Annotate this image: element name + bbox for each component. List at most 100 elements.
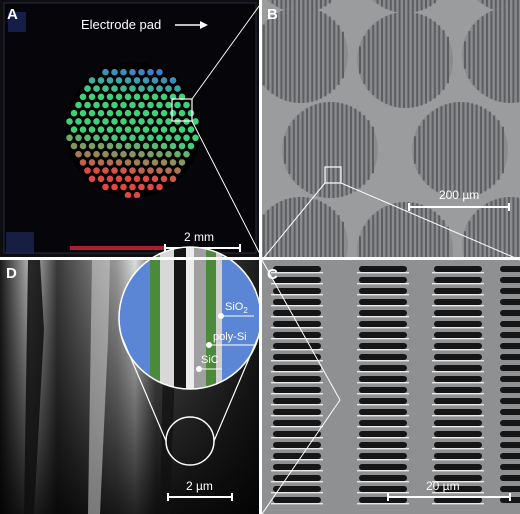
- pixel-dot: [160, 175, 168, 183]
- slot: [432, 387, 484, 395]
- pixel-dot: [147, 134, 154, 142]
- pixel-dot: [124, 175, 132, 183]
- pixel-dot: [120, 118, 127, 125]
- slot: [500, 277, 520, 283]
- pixel-dot: [192, 134, 199, 142]
- slot: [357, 431, 409, 439]
- pixel-dot: [79, 93, 87, 101]
- pixel-dot: [120, 183, 127, 191]
- slot: [432, 277, 484, 285]
- slot: [271, 475, 323, 483]
- pixel-dot: [165, 134, 172, 142]
- slot: [357, 288, 409, 296]
- pixel-dot: [93, 150, 100, 158]
- slot: [357, 420, 409, 428]
- panel-letter-c: C: [267, 266, 278, 283]
- electrode-strip: [70, 246, 165, 250]
- pixel-dot: [169, 175, 177, 183]
- pixel-dot: [84, 101, 91, 109]
- pixel-dot: [138, 150, 145, 158]
- slot: [500, 354, 520, 360]
- magnified-inset: [118, 246, 262, 390]
- pixel-dot: [133, 77, 141, 84]
- scale-label-a: 2 mm: [184, 230, 214, 244]
- slot: [357, 486, 409, 494]
- slot: [271, 299, 323, 307]
- pixel-dot: [106, 159, 114, 166]
- panel-letter-d: D: [6, 265, 17, 282]
- pixel-dot: [156, 134, 163, 142]
- slot: [432, 431, 484, 439]
- pixel-dot: [129, 101, 136, 109]
- pixel-dot: [84, 85, 91, 92]
- pixel-dot: [165, 150, 172, 158]
- pixel-dot: [178, 159, 186, 166]
- slot: [500, 266, 520, 272]
- pixel-dot: [93, 85, 100, 92]
- pixel-dot: [156, 167, 163, 174]
- pixel-dot: [138, 167, 145, 174]
- pixel-dot: [93, 101, 100, 109]
- pixel-dot: [97, 126, 105, 133]
- pixel-dot: [147, 118, 154, 125]
- pixel-dot: [151, 142, 159, 150]
- pixel-dot: [142, 159, 150, 166]
- slot: [271, 332, 323, 340]
- pixel-dot: [187, 109, 195, 117]
- pixel-dot: [79, 109, 87, 117]
- pixel-dot: [138, 68, 145, 76]
- slot: [432, 376, 484, 384]
- pixel-dot: [102, 101, 109, 109]
- slot: [432, 398, 484, 406]
- slot: [357, 453, 409, 461]
- pixel-dot: [70, 109, 78, 117]
- pixel-dot: [102, 68, 109, 76]
- pixel-dot: [129, 134, 136, 142]
- pixel-dot: [174, 167, 181, 174]
- pixel-dot: [106, 93, 114, 101]
- slot: [357, 277, 409, 285]
- slot: [271, 310, 323, 318]
- slot: [357, 343, 409, 351]
- pixel-dot: [120, 134, 127, 142]
- pixel-dot: [124, 126, 132, 133]
- slot: [432, 464, 484, 472]
- pixel-dot: [129, 150, 136, 158]
- pixel-dot: [102, 85, 109, 92]
- pixel-dot: [142, 93, 150, 101]
- slot: [271, 453, 323, 461]
- pixel-dot: [93, 134, 100, 142]
- slot: [357, 409, 409, 417]
- pixel-dot: [187, 126, 195, 133]
- slot: [432, 299, 484, 307]
- slot: [271, 442, 323, 450]
- slot: [271, 365, 323, 373]
- pixel-dot: [147, 150, 154, 158]
- slot: [500, 453, 520, 459]
- pixel-dot: [138, 183, 145, 191]
- pixel-dot: [115, 109, 123, 117]
- pixel-dot: [178, 126, 186, 133]
- pixel-dot: [138, 85, 145, 92]
- slot: [271, 497, 323, 505]
- pixel-dot: [133, 191, 141, 198]
- sio2-label: SiO: [225, 301, 244, 313]
- slot: [500, 464, 520, 470]
- slot: [500, 299, 520, 305]
- slot: [357, 299, 409, 307]
- pixel-dot: [111, 150, 118, 158]
- panel-b: B 200 µm: [262, 0, 520, 258]
- slot: [500, 398, 520, 404]
- pixel-dot: [151, 126, 159, 133]
- pixel-dot: [165, 167, 172, 174]
- pixel-dot: [151, 93, 159, 101]
- pixel-dot: [129, 167, 136, 174]
- pixel-dot: [115, 175, 123, 183]
- pixel-dot: [133, 93, 141, 101]
- slot: [500, 288, 520, 294]
- scale-label-b: 200 µm: [439, 188, 479, 202]
- pixel-dot: [183, 101, 190, 109]
- pixel-dot: [133, 109, 141, 117]
- pixel-dot: [120, 101, 127, 109]
- pixel-dot: [75, 118, 82, 125]
